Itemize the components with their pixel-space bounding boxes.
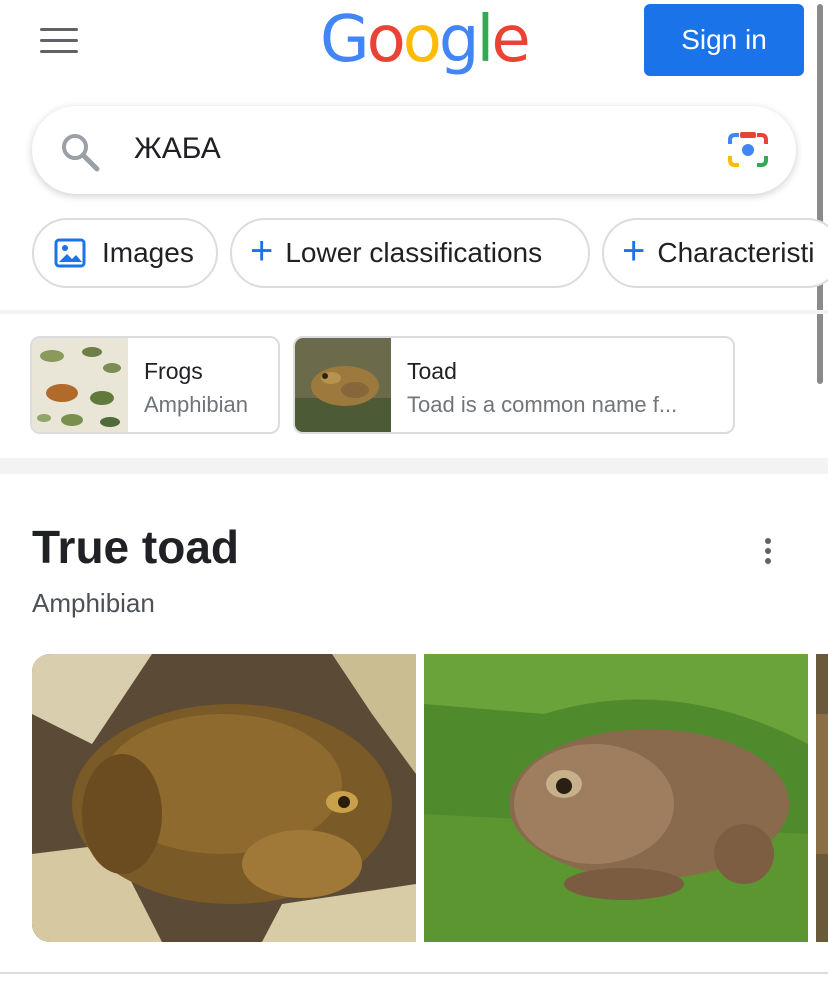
google-logo[interactable]: Google [320,8,531,78]
logo-letter: o [366,3,406,77]
logo-letter: l [476,3,495,77]
logo-letter: g [438,3,480,77]
section-divider [0,458,828,474]
knowledge-panel-title: True toad [32,521,240,573]
bottom-divider [0,972,828,974]
sign-in-button[interactable]: Sign in [644,4,804,76]
logo-letter: o [402,3,442,77]
toad-thumbnail [295,338,391,432]
more-options-icon[interactable] [756,536,780,566]
toad-photo-2[interactable] [424,654,808,942]
chip-label: Images [102,237,194,268]
chip-characteristics[interactable]: + Characteristi [602,218,828,288]
search-input[interactable]: ЖАБА [134,132,221,166]
suggestion-title: Toad [407,358,457,384]
plus-icon: + [622,229,646,273]
suggestion-card-frogs[interactable]: Frogs Amphibian [30,336,280,434]
logo-letter: e [491,3,530,77]
image-icon [54,238,86,268]
search-icon[interactable] [60,132,100,172]
suggestion-title: Frogs [144,358,203,384]
logo-letter: G [320,3,370,77]
chip-lower-classifications[interactable]: + Lower classifications [230,218,590,288]
chip-images[interactable]: Images [32,218,218,288]
toad-photo-3-partial[interactable] [816,654,828,942]
toad-photo-1[interactable] [32,654,416,942]
frogs-thumbnail [32,338,128,432]
google-lens-icon[interactable] [726,130,770,170]
chip-label: Characteristi [657,237,815,268]
divider [0,310,828,314]
suggestion-subtitle: Toad is a common name f... [407,392,678,417]
plus-icon: + [250,229,274,273]
suggestion-card-toad[interactable]: Toad Toad is a common name f... [293,336,735,434]
suggestion-subtitle: Amphibian [144,392,248,417]
chip-label: Lower classifications [285,237,543,268]
main-menu-icon[interactable] [40,28,78,54]
knowledge-panel-subtitle: Amphibian [32,588,155,618]
page-scrollbar[interactable] [817,4,823,384]
